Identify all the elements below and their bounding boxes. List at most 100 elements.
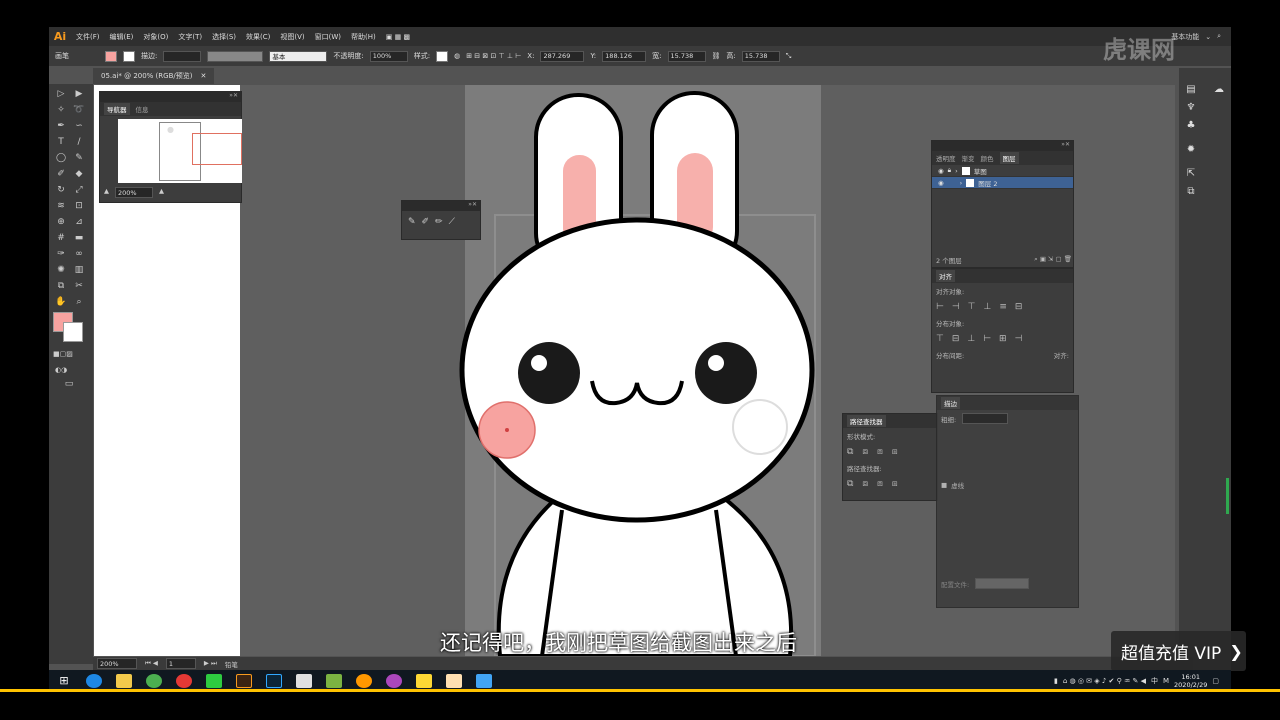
appearance-icon[interactable]: ✹ [1184,144,1198,155]
selection-tool-icon[interactable]: ▷ [55,88,67,100]
wechat-icon[interactable] [206,673,222,688]
close-icon[interactable]: ✕ [200,72,206,80]
symbol-sprayer-tool-icon[interactable]: ✺ [55,264,67,276]
status-zoom[interactable]: 200% [97,658,137,669]
curvature-tool-icon[interactable]: ∽ [73,120,85,132]
app-icon-5[interactable] [446,673,462,688]
ime-mode[interactable]: M [1163,677,1169,685]
graphic-style-swatch[interactable] [436,50,449,62]
expand-arrow-icon[interactable]: › [955,167,958,175]
eraser-tool-icon[interactable]: ◆ [73,168,85,180]
stroke-weight-input[interactable] [163,50,202,62]
properties-icon[interactable]: ▤ [1184,84,1198,95]
color-mode-icons[interactable]: ■▢▨ [53,348,73,360]
menu-select[interactable]: 选择(S) [207,32,241,42]
chrome-icon[interactable] [356,673,372,688]
bridge-icon[interactable]: ▣ ▦ ▩ [381,33,415,41]
tab-info[interactable]: 信息 [136,104,149,114]
align-object-icons[interactable]: ⊢⊣⊤⊥≡⊟ [932,299,1073,315]
vip-button[interactable]: 超值充值 VIP ❯ [1111,631,1246,671]
slice-tool-icon[interactable]: ✂ [73,280,85,292]
brushes-icon[interactable]: ♆ [1184,102,1198,113]
tab-transparency[interactable]: 透明度 [936,153,956,163]
page-nav-next-icons[interactable]: ▶ ⏭ [204,659,217,668]
file-explorer-icon[interactable] [116,673,132,688]
menu-view[interactable]: 视图(V) [275,32,309,42]
scrollbar-indicator[interactable] [1226,478,1229,514]
fill-color-swatch[interactable] [105,50,117,62]
link-icon[interactable]: ⛓ [712,52,721,60]
eyedropper-tool-icon[interactable]: ✑ [55,248,67,260]
shape-builder-tool-icon[interactable]: ⊕ [55,216,67,228]
libraries-icon[interactable]: ☁ [1212,84,1226,95]
shaper-tool-icon[interactable]: ✐ [55,168,67,180]
app-icon-3[interactable] [386,673,402,688]
clock[interactable]: 16:01 2020/2/29 [1174,673,1207,689]
magic-wand-tool-icon[interactable]: ✧ [55,104,67,116]
pencil-icon[interactable]: ✐ [422,217,430,227]
notification-icon[interactable]: ▢ [1212,677,1219,685]
rotate-tool-icon[interactable]: ↻ [55,184,67,196]
ime-indicator[interactable]: 中 [1151,676,1158,686]
layer-row[interactable]: ◉ 🔒︎ › 草图 [932,165,1073,177]
navigator-thumbnail[interactable]: ● [118,119,242,183]
stroke-weight-field[interactable] [962,413,1009,424]
menu-object[interactable]: 对象(O) [138,32,173,42]
line-tool-icon[interactable]: / [73,136,85,148]
zoom-tool-icon[interactable]: ⌕ [73,296,85,308]
export-icon[interactable]: ⇱ [1184,168,1198,179]
recolor-icon[interactable]: ◍ [454,52,460,60]
status-page[interactable]: 1 [165,658,196,669]
lasso-tool-icon[interactable]: ➰ [73,104,85,116]
hand-tool-icon[interactable]: ✋ [55,296,67,308]
menu-edit[interactable]: 编辑(E) [105,32,139,42]
menu-file[interactable]: 文件(F) [71,32,105,42]
edge-icon[interactable] [86,673,102,688]
battery-icon[interactable]: ▮ [1054,677,1058,685]
transform-icon[interactable]: ⤡ [786,52,792,61]
mesh-tool-icon[interactable]: # [55,232,67,244]
direct-selection-tool-icon[interactable]: ▶ [73,88,85,100]
x-input[interactable]: 287.269 [540,50,585,62]
distribute-object-icons[interactable]: ⊤⊟⊥⊢⊞⊣ [932,331,1073,347]
height-input[interactable]: 15.738 [741,50,780,62]
eye-icon[interactable]: ◉ [938,179,944,187]
app-icon-4[interactable] [416,673,432,688]
zoom-out-icon[interactable]: ▲ [104,187,109,198]
y-input[interactable]: 188.126 [602,50,647,62]
navigator-zoom-input[interactable]: 200% [115,187,153,198]
variable-width-profile[interactable] [207,50,264,62]
ellipse-tool-icon[interactable]: ◯ [55,152,67,164]
stroke-swatch[interactable] [63,322,83,342]
blend-tool-icon[interactable]: ∞ [73,248,85,260]
paintbrush-tool-icon[interactable]: ✎ [73,152,85,164]
brush-definition-select[interactable]: 基本 [269,50,328,62]
width-input[interactable]: 15.738 [667,50,706,62]
type-tool-icon[interactable]: T [55,136,67,148]
document-tab[interactable]: 05.ai* @ 200% (RGB/预览) ✕ [93,68,215,84]
tab-color[interactable]: 颜色 [981,153,994,163]
windows-start-icon[interactable]: ⊞ [56,674,72,688]
menu-effect[interactable]: 效果(C) [241,32,275,42]
path-eraser-icon[interactable]: ⟋ [449,217,455,227]
app-icon-2[interactable] [326,673,342,688]
zoom-in-icon[interactable]: ▲ [159,187,164,198]
expand-arrow-icon[interactable]: › [960,179,963,187]
tab-layers[interactable]: 图层 [999,152,1019,164]
lock-icon[interactable]: 🔒︎ [948,166,951,175]
gradient-tool-icon[interactable]: ▬ [73,232,85,244]
app-icon-6[interactable] [476,673,492,688]
artboard-tool-icon[interactable]: ⧉ [55,280,67,292]
free-transform-tool-icon[interactable]: ⊡ [73,200,85,212]
tab-navigator[interactable]: 导航器 [104,103,130,115]
shape-mode-icons[interactable]: ⧉⧈⧇⧆ [843,444,937,460]
tray-icons[interactable]: ⌂ ◍ ◎ ✉ ◈ ♪ ✔ ⚲ ♒ ✎ ◀ [1063,677,1146,685]
tab-gradient[interactable]: 渐变 [962,153,975,163]
workspace-switcher[interactable]: 基本功能 [1171,32,1199,42]
browser-icon[interactable] [146,673,162,688]
layer-action-icons[interactable]: ⌕ ▣ ⇲ ▢ 🗑︎ [1034,255,1072,265]
menu-window[interactable]: 窗口(W) [310,32,346,42]
pen-tool-icon[interactable]: ✒ [55,120,67,132]
screen-mode-icon[interactable]: ▭ [63,378,75,390]
menu-type[interactable]: 文字(T) [173,32,207,42]
